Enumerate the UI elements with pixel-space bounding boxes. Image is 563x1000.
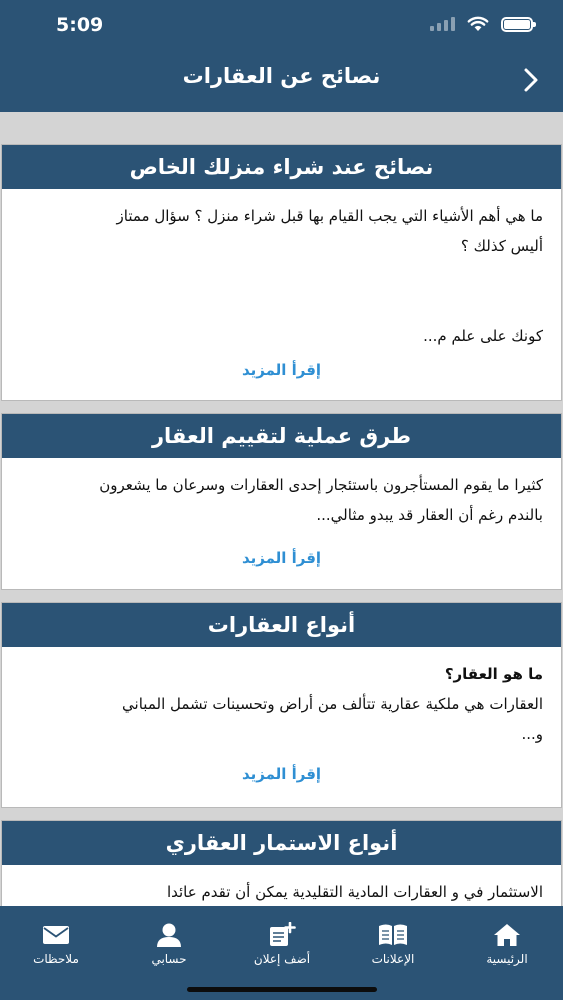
app-header: 5:09 نصائح عن العقارات xyxy=(0,0,563,112)
wifi-icon xyxy=(467,16,489,31)
excerpt-line: ما هي أهم الأشياء التي يجب القيام بها قب… xyxy=(116,207,543,225)
status-time: 5:09 xyxy=(56,14,104,36)
excerpt-line: كونك على علم م... xyxy=(423,327,543,345)
tab-account[interactable]: حسابي xyxy=(119,920,219,966)
article-excerpt: الاستثمار في و العقارات المادية التقليدي… xyxy=(2,865,561,906)
chevron-right-icon xyxy=(524,68,538,92)
add-post-icon xyxy=(270,922,296,946)
excerpt-line: كثيرا ما يقوم المستأجرون باستئجار إحدى ا… xyxy=(99,476,543,494)
read-more-link[interactable]: إقرأ المزيد xyxy=(2,361,561,379)
article-title: أنواع العقارات xyxy=(2,603,561,647)
status-bar: 5:09 xyxy=(0,12,563,42)
status-icons xyxy=(430,16,536,32)
tab-home[interactable]: الرئيسية xyxy=(457,920,557,966)
article-title: أنواع الاستمار العقاري xyxy=(2,821,561,865)
tab-add-ad[interactable]: أضف إعلان xyxy=(232,920,332,966)
article-excerpt: ما هي أهم الأشياء التي يجب القيام بها قب… xyxy=(2,189,561,351)
tab-ads[interactable]: الإعلانات xyxy=(343,920,443,966)
battery-icon xyxy=(501,16,536,32)
excerpt-line: الاستثمار في و العقارات المادية التقليدي… xyxy=(166,883,543,901)
tab-label: الإعلانات xyxy=(371,952,415,966)
article-card[interactable]: أنواع العقارات ما هو العقار؟ العقارات هي… xyxy=(1,602,562,808)
excerpt-line: بالندم رغم أن العقار قد يبدو مثالي... xyxy=(316,506,543,524)
excerpt-line: و... xyxy=(521,725,543,743)
tab-notes[interactable]: ملاحظات xyxy=(6,920,106,966)
read-more-link[interactable]: إقرأ المزيد xyxy=(2,549,561,567)
user-icon xyxy=(157,923,181,947)
article-title: نصائح عند شراء منزلك الخاص xyxy=(2,145,561,189)
bottom-tab-bar: الرئيسية الإعلانات أضف إعلان حسابي ملاحظ… xyxy=(0,906,563,1000)
tab-label: الرئيسية xyxy=(486,952,528,966)
article-excerpt: ما هو العقار؟ العقارات هي ملكية عقارية ت… xyxy=(2,647,561,749)
article-card[interactable]: نصائح عند شراء منزلك الخاص ما هي أهم الأ… xyxy=(1,144,562,401)
mail-icon xyxy=(43,926,69,944)
tab-label: ملاحظات xyxy=(33,952,79,966)
tab-label: حسابي xyxy=(151,952,187,966)
articles-list[interactable]: نصائح عند شراء منزلك الخاص ما هي أهم الأ… xyxy=(0,112,563,906)
page-title: نصائح عن العقارات xyxy=(182,64,381,88)
cellular-signal-icon xyxy=(430,17,455,31)
home-indicator xyxy=(186,987,377,992)
article-title: طرق عملية لتقييم العقار xyxy=(2,414,561,458)
excerpt-question: ما هو العقار؟ xyxy=(444,665,543,683)
home-icon xyxy=(494,924,520,946)
book-icon xyxy=(379,924,407,945)
read-more-link[interactable]: إقرأ المزيد xyxy=(2,765,561,783)
back-button[interactable] xyxy=(513,62,549,98)
article-card[interactable]: أنواع الاستمار العقاري الاستثمار في و ال… xyxy=(1,820,562,906)
article-excerpt: كثيرا ما يقوم المستأجرون باستئجار إحدى ا… xyxy=(2,458,561,530)
tab-label: أضف إعلان xyxy=(253,952,311,966)
excerpt-line: أليس كذلك ؟ xyxy=(460,237,543,255)
article-card[interactable]: طرق عملية لتقييم العقار كثيرا ما يقوم ال… xyxy=(1,413,562,590)
excerpt-line: العقارات هي ملكية عقارية تتألف من أراض و… xyxy=(122,695,543,713)
